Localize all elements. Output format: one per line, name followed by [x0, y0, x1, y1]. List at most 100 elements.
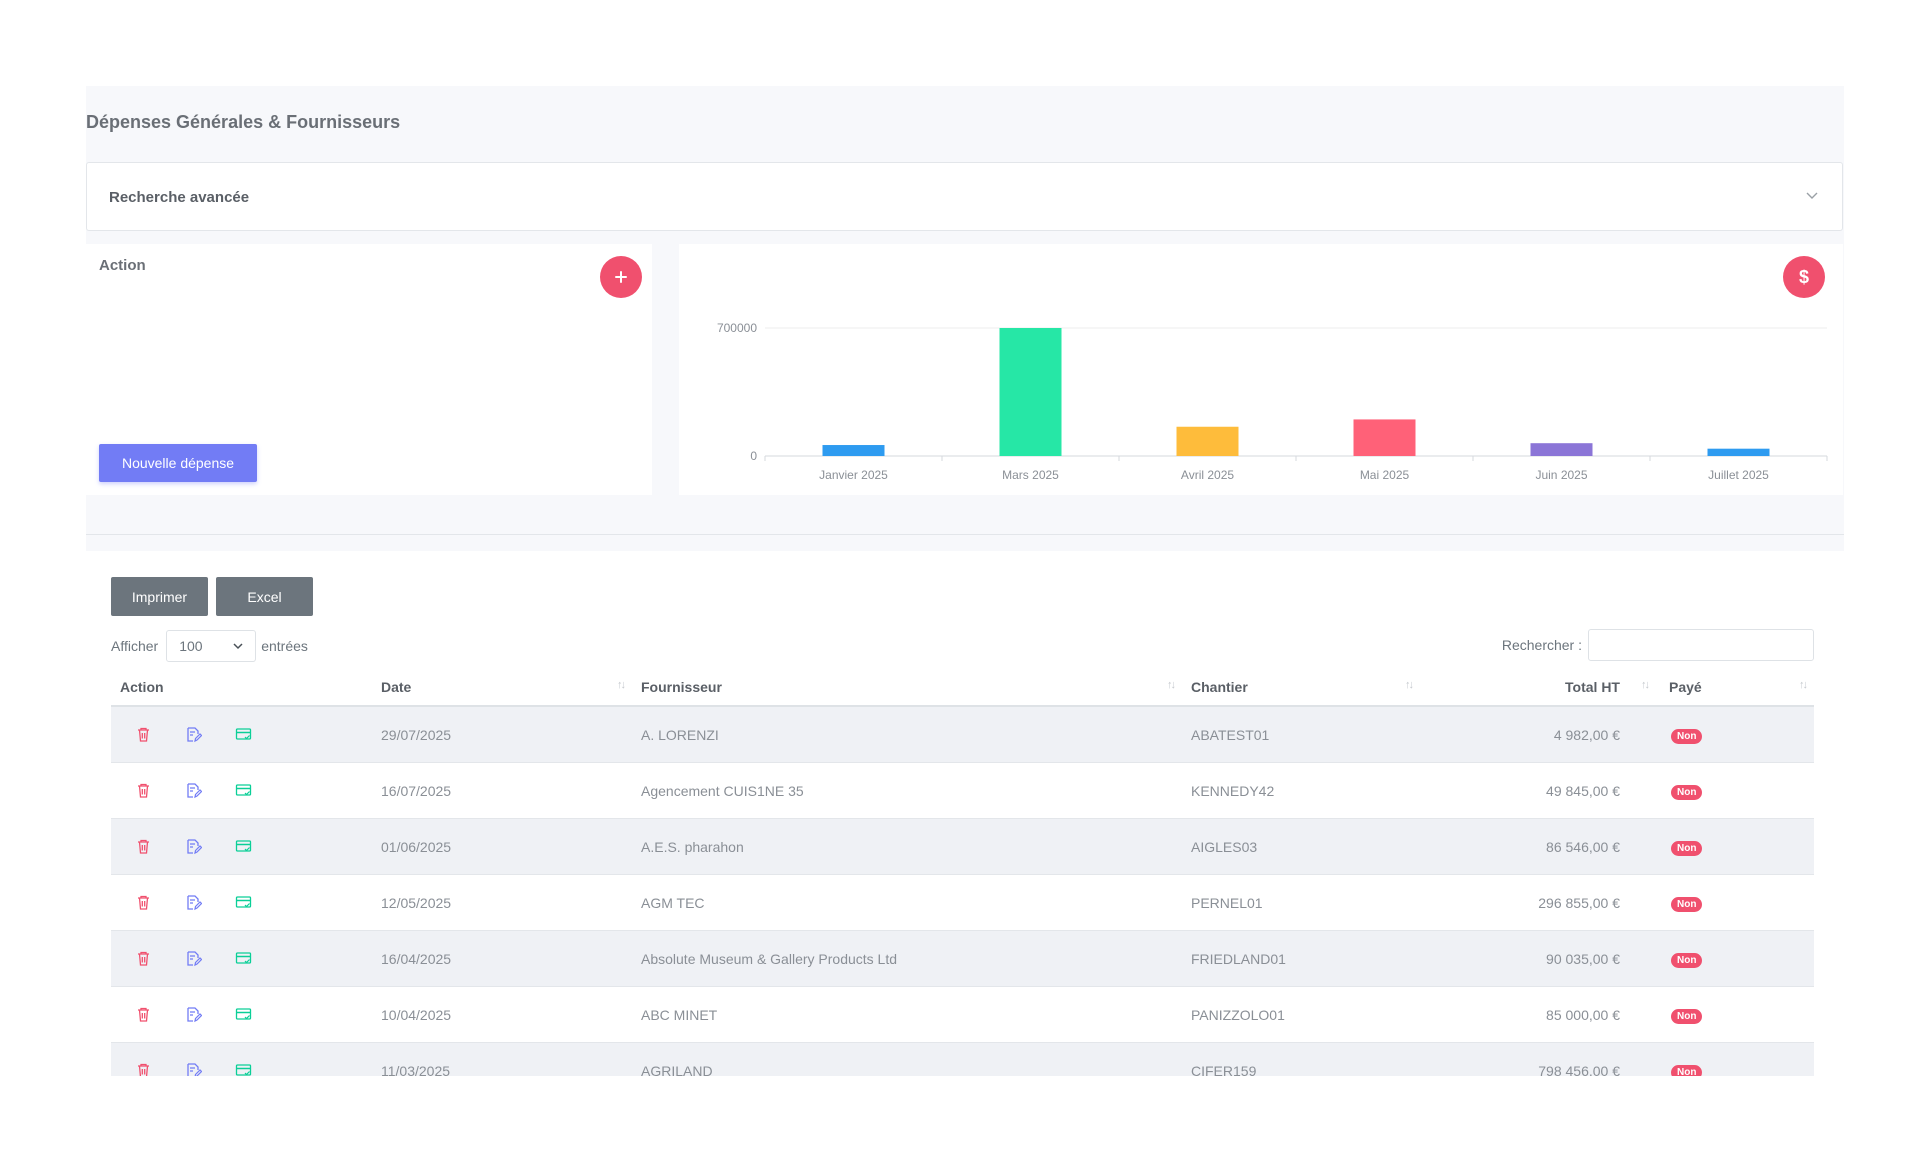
cell-fournisseur: Agencement CUIS1NE 35 — [632, 762, 1182, 819]
x-tick-label: Juin 2025 — [1535, 468, 1587, 482]
trash-icon[interactable] — [135, 782, 152, 799]
x-tick-label: Mars 2025 — [1002, 468, 1059, 482]
bar — [1176, 426, 1239, 456]
row-actions — [111, 818, 372, 875]
trash-icon[interactable] — [135, 1006, 152, 1023]
x-tick-label: Mai 2025 — [1360, 468, 1410, 482]
column-header-action: Action — [111, 668, 372, 707]
cell-paye: Non — [1656, 818, 1814, 875]
bar — [1530, 443, 1593, 456]
cell-fournisseur: A.E.S. pharahon — [632, 818, 1182, 875]
edit-icon[interactable] — [185, 1062, 202, 1076]
chevron-down-icon — [233, 643, 243, 650]
card-check-icon[interactable] — [235, 894, 252, 911]
search-label: Rechercher : — [1501, 637, 1582, 653]
status-badge: Non — [1671, 1008, 1703, 1024]
sort-icon: ↑↓ — [1799, 679, 1808, 691]
y-tick-label: 0 — [750, 449, 757, 463]
edit-icon[interactable] — [185, 838, 202, 855]
card-check-icon[interactable] — [235, 1062, 252, 1076]
trash-icon[interactable] — [135, 726, 152, 743]
edit-icon[interactable] — [185, 950, 202, 967]
trash-icon[interactable] — [135, 950, 152, 967]
length-suffix: entrées — [261, 638, 308, 654]
row-actions — [111, 874, 372, 931]
cell-date: 16/04/2025 — [372, 930, 632, 987]
add-button[interactable] — [600, 256, 642, 298]
cell-fournisseur: Absolute Museum & Gallery Products Ltd — [632, 930, 1182, 987]
cell-fournisseur: ABC MINET — [632, 986, 1182, 1043]
cell-fournisseur: A. LORENZI — [632, 706, 1182, 763]
sort-icon: ↑↓ — [617, 679, 626, 691]
expenses-table-wrapper: Action Date ↑↓ Fournisseur ↑↓ Chantier ↑↓ T… — [111, 668, 1814, 1076]
edit-icon[interactable] — [185, 726, 202, 743]
x-tick-label: Juillet 2025 — [1708, 468, 1769, 482]
trash-icon[interactable] — [135, 1062, 152, 1076]
row-actions — [111, 1042, 372, 1076]
page-title: Dépenses Générales & Fournisseurs — [86, 112, 401, 132]
column-header-fournisseur[interactable]: Fournisseur ↑↓ — [632, 668, 1182, 707]
row-actions — [111, 762, 372, 819]
row-actions — [111, 986, 372, 1043]
cell-date: 01/06/2025 — [372, 818, 632, 875]
page-length-value: 100 — [179, 638, 203, 654]
cell-chantier: PANIZZOLO01 — [1182, 986, 1420, 1043]
chevron-down-icon[interactable] — [1804, 187, 1820, 203]
y-tick-label: 700000 — [717, 321, 757, 335]
bar-chart: 700000 0 Janvier 2025 Mars 2025 Avril 2025 Ma… — [717, 321, 1828, 482]
cell-date: 29/07/2025 — [372, 706, 632, 763]
cell-chantier: CIFER159 — [1182, 1042, 1420, 1076]
cell-paye: Non — [1656, 986, 1814, 1043]
cell-paye: Non — [1656, 1042, 1814, 1076]
column-header-paye[interactable]: Payé ↑↓ — [1656, 668, 1814, 707]
cell-total-ht: 296 855,00 € — [1420, 874, 1656, 931]
column-header-date[interactable]: Date ↑↓ — [372, 668, 632, 707]
plus-icon — [615, 271, 627, 283]
edit-icon[interactable] — [185, 1006, 202, 1023]
print-button[interactable]: Imprimer — [111, 577, 208, 616]
bar — [822, 445, 885, 456]
status-badge: Non — [1671, 896, 1703, 912]
bar — [1353, 419, 1416, 456]
new-expense-button[interactable]: Nouvelle dépense — [99, 444, 257, 482]
column-header-total-ht[interactable]: Total HT ↑↓ — [1420, 668, 1656, 707]
cell-paye: Non — [1656, 874, 1814, 931]
table-row: 12/05/2025 AGM TEC PERNEL01 296 855,00 € Non — [111, 874, 1814, 931]
bar — [999, 328, 1062, 456]
trash-icon[interactable] — [135, 894, 152, 911]
table-row: 10/04/2025 ABC MINET PANIZZOLO01 85 000,00 … — [111, 986, 1814, 1043]
table-row: 29/07/2025 A. LORENZI ABATEST01 4 982,00 € N… — [111, 706, 1814, 763]
row-actions — [111, 706, 372, 763]
advanced-search-panel[interactable]: Recherche avancée — [86, 162, 1843, 231]
table-row: 16/04/2025 Absolute Museum & Gallery Prod… — [111, 930, 1814, 987]
bar — [1707, 448, 1770, 456]
trash-icon[interactable] — [135, 838, 152, 855]
edit-icon[interactable] — [185, 782, 202, 799]
card-check-icon[interactable] — [235, 782, 252, 799]
cell-chantier: PERNEL01 — [1182, 874, 1420, 931]
cell-fournisseur: AGRILAND — [632, 1042, 1182, 1076]
x-tick-label: Avril 2025 — [1181, 468, 1234, 482]
column-header-chantier[interactable]: Chantier ↑↓ — [1182, 668, 1420, 707]
table-row: 01/06/2025 A.E.S. pharahon AIGLES03 86 546,… — [111, 818, 1814, 875]
cell-chantier: FRIEDLAND01 — [1182, 930, 1420, 987]
advanced-search-label: Recherche avancée — [109, 189, 250, 206]
expenses-table: Action Date ↑↓ Fournisseur ↑↓ Chantier ↑↓ T… — [111, 668, 1814, 1076]
card-check-icon[interactable] — [235, 1006, 252, 1023]
page-length-select[interactable]: 100 — [166, 630, 257, 662]
table-search: Rechercher : — [1502, 629, 1814, 661]
cell-chantier: AIGLES03 — [1182, 818, 1420, 875]
card-check-icon[interactable] — [235, 950, 252, 967]
card-check-icon[interactable] — [235, 726, 252, 743]
status-badge: Non — [1671, 1064, 1703, 1076]
sort-icon: ↑↓ — [1405, 679, 1414, 691]
edit-icon[interactable] — [185, 894, 202, 911]
card-check-icon[interactable] — [235, 838, 252, 855]
cell-total-ht: 85 000,00 € — [1420, 986, 1656, 1043]
cell-date: 11/03/2025 — [372, 1042, 632, 1076]
status-badge: Non — [1671, 784, 1703, 800]
excel-button[interactable]: Excel — [216, 577, 313, 616]
table-header-row: Action Date ↑↓ Fournisseur ↑↓ Chantier ↑↓ T… — [111, 668, 1814, 707]
expense-chart-card: $ 700000 0 Janvier 2025 Mars 2025 Avril 2025… — [679, 244, 1843, 495]
search-input[interactable] — [1588, 629, 1814, 661]
